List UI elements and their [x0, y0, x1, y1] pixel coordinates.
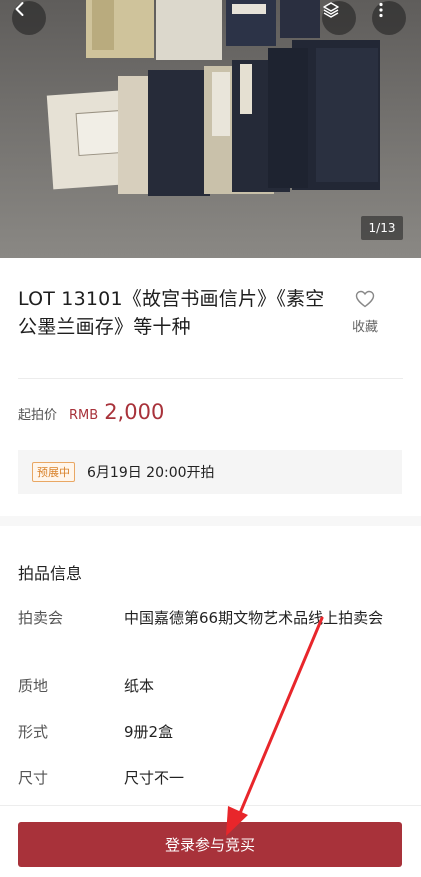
- lot-title: LOT 13101《故宫书画信片》《素空公墨兰画存》等十种: [18, 288, 325, 338]
- info-row-material: 质地 纸本: [18, 675, 403, 697]
- info-label: 尺寸: [18, 769, 49, 787]
- info-row-size: 尺寸 尺寸不一: [18, 767, 403, 789]
- more-icon: [379, 2, 383, 18]
- info-label: 形式: [18, 723, 49, 741]
- login-to-bid-button[interactable]: 登录参与竞买: [18, 822, 402, 867]
- back-button[interactable]: [12, 1, 46, 35]
- info-value: 纸本: [124, 677, 155, 695]
- info-label: 拍卖会: [18, 609, 64, 627]
- price-label: 起拍价: [18, 408, 58, 423]
- info-row-auction: 拍卖会 中国嘉德第66期文物艺术品线上拍卖会: [18, 607, 403, 629]
- books-illustration: [0, 0, 421, 258]
- lot-photo[interactable]: 1/13: [0, 0, 421, 258]
- info-section-title: 拍品信息: [18, 564, 83, 583]
- favorite-label: 收藏: [351, 320, 378, 335]
- favorite-button[interactable]: 收藏: [349, 290, 381, 335]
- heart-icon: [355, 290, 375, 308]
- starting-price: 起拍价 RMB 2,000: [18, 400, 164, 424]
- info-value: 尺寸不一: [124, 769, 185, 787]
- back-icon: [15, 2, 24, 16]
- price-currency: RMB: [69, 408, 99, 423]
- layers-button[interactable]: [322, 1, 356, 35]
- divider: [18, 378, 403, 379]
- start-time: 6月19日 20:00开拍: [87, 465, 215, 481]
- info-row-format: 形式 9册2盒: [18, 721, 403, 743]
- info-value: 9册2盒: [124, 723, 174, 741]
- price-value: 2,000: [104, 400, 165, 424]
- auction-status: 预展中 6月19日 20:00开拍: [18, 450, 402, 494]
- info-value: 中国嘉德第66期文物艺术品线上拍卖会: [124, 609, 384, 627]
- layers-icon: [323, 2, 339, 18]
- more-button[interactable]: [372, 1, 406, 35]
- image-counter: 1/13: [361, 216, 403, 240]
- status-badge: 预展中: [32, 462, 75, 482]
- section-gap: [0, 516, 421, 526]
- info-label: 质地: [18, 677, 49, 695]
